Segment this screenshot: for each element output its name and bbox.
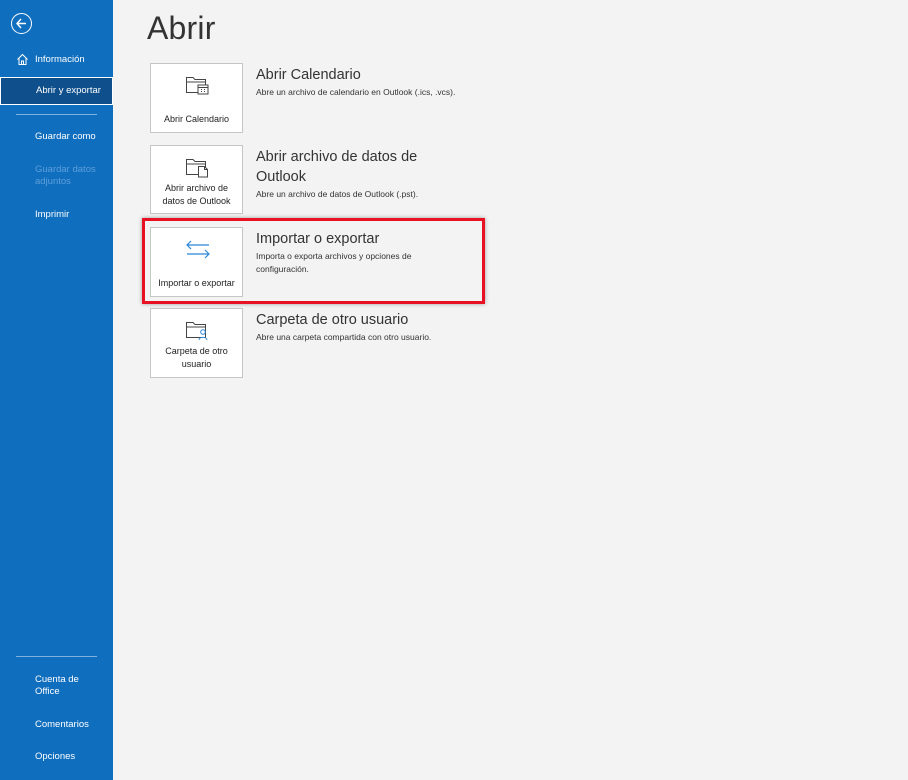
shared-folder-user-icon	[186, 322, 208, 341]
backstage-sidebar: Información Abrir y exportar Guardar com…	[0, 0, 113, 780]
open-data-file-button[interactable]: Abrir archivo de datos de Outlook	[150, 145, 243, 214]
home-icon	[17, 53, 28, 65]
option-description: Abre un archivo de calendario en Outlook…	[256, 87, 456, 97]
open-calendar-button[interactable]: Abrir Calendario	[150, 63, 243, 133]
calendar-folder-icon	[186, 77, 209, 95]
nav-item-label: Abrir y exportar	[36, 85, 101, 96]
open-calendar-description: Abrir Calendario Abre un archivo de cale…	[256, 65, 456, 99]
page-title: Abrir	[147, 10, 216, 46]
option-description: Abre un archivo de datos de Outlook (.ps…	[256, 189, 419, 199]
nav-item-label: Comentarios	[35, 719, 89, 730]
nav-item-label: Guardar como	[35, 131, 96, 142]
nav-item-label: Información	[35, 54, 85, 65]
other-user-folder-button[interactable]: Carpeta de otro usuario	[150, 308, 243, 378]
open-data-file-description: Abrir archivo de datos de Outlook Abre u…	[256, 147, 456, 201]
sidebar-divider	[16, 114, 97, 115]
back-arrow-icon[interactable]	[11, 13, 32, 34]
option-description: Abre una carpeta compartida con otro usu…	[256, 332, 432, 342]
highlight-box	[142, 218, 485, 304]
nav-item-cuenta-de-office[interactable]: Cuenta de Office	[0, 674, 113, 698]
nav-item-comentarios[interactable]: Comentarios	[0, 719, 113, 731]
nav-item-label: Opciones	[35, 751, 76, 762]
tile-label: Abrir archivo de datos de Outlook	[162, 183, 231, 206]
nav-item-guardar-como[interactable]: Guardar como	[0, 131, 113, 143]
other-user-folder-description: Carpeta de otro usuario Abre una carpeta…	[256, 310, 456, 344]
option-title: Abrir archivo de datos de Outlook	[256, 149, 418, 185]
data-file-folder-icon	[186, 159, 208, 178]
nav-item-guardar-datos-adjuntos: Guardar datos adjuntos	[0, 164, 113, 188]
nav-item-label: Imprimir	[35, 209, 70, 220]
nav-item-abrir-y-exportar[interactable]: Abrir y exportar	[0, 77, 113, 105]
nav-item-imprimir[interactable]: Imprimir	[0, 209, 113, 221]
tile-label: Carpeta de otro usuario	[165, 346, 228, 369]
nav-item-label: Guardar datos adjuntos	[35, 164, 96, 187]
option-title: Abrir Calendario	[256, 67, 361, 83]
sidebar-divider	[16, 656, 97, 657]
nav-item-opciones[interactable]: Opciones	[0, 751, 113, 763]
nav-item-informacion[interactable]: Información	[0, 53, 113, 66]
option-title: Carpeta de otro usuario	[256, 312, 409, 328]
tile-label: Abrir Calendario	[163, 113, 230, 124]
nav-item-label: Cuenta de Office	[35, 674, 79, 697]
